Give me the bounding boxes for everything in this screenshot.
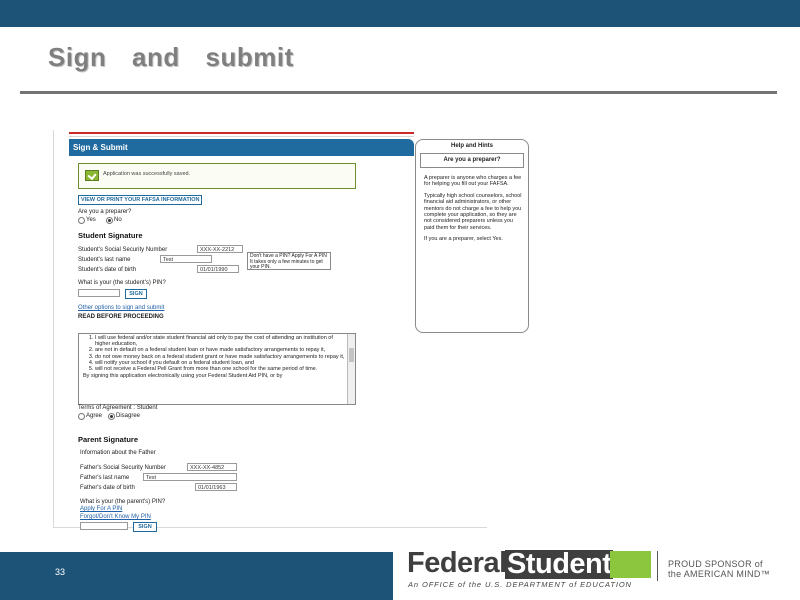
help-title: Help and Hints <box>450 143 493 149</box>
read-before-heading: READ BEFORE PROCEEDING <box>78 314 164 320</box>
agreement-scrollbox[interactable]: I will use federal and/or state student … <box>78 333 356 405</box>
scrollbar[interactable] <box>347 334 355 404</box>
fafsa-screenshot: Sign & Submit Application was successful… <box>53 130 529 532</box>
father-info-label: Information about the Father <box>80 450 156 456</box>
logo-federal-text: Federal <box>407 547 507 579</box>
forgot-pin-link[interactable]: Forgot/Don't Know My PIN <box>80 514 151 520</box>
sign-submit-form: Sign & Submit Application was successful… <box>69 139 414 532</box>
preparer-no-label: No <box>114 217 122 223</box>
form-header: Sign & Submit <box>69 139 414 156</box>
student-signature-heading: Student Signature <box>78 231 143 240</box>
help-paragraph: Typically high school counselors, school… <box>424 192 522 231</box>
help-paragraph: A preparer is anyone who charges a fee f… <box>424 175 522 188</box>
proud-line-1: PROUD SPONSOR of <box>668 559 763 569</box>
father-dob-field[interactable]: 01/01/1963 <box>195 483 237 491</box>
preparer-no-radio[interactable] <box>106 217 113 224</box>
help-paragraph: If you are a preparer, select Yes. <box>424 236 503 243</box>
success-message-box: Application was successfully saved. <box>78 163 356 189</box>
top-accent-line-2 <box>69 136 414 137</box>
logo-subtitle: An OFFICE of the U.S. DEPARTMENT of EDUC… <box>408 580 632 589</box>
agreement-item: are not in default on a federal student … <box>95 347 345 353</box>
ssn-label: Student's Social Security Number <box>78 247 168 253</box>
student-pin-field[interactable] <box>78 289 120 297</box>
logo-divider <box>657 551 658 581</box>
title-divider <box>20 91 777 94</box>
proud-sponsor-text: PROUD SPONSOR of the AMERICAN MIND™ <box>668 559 770 579</box>
preparer-yes-label: Yes <box>86 217 96 223</box>
preparer-question: Are you a preparer? <box>78 209 132 215</box>
page-number: 33 <box>55 567 66 577</box>
parent-pin-question: What is your (the parent's) PIN? <box>80 499 166 505</box>
top-accent-line <box>69 132 414 134</box>
success-message: Application was successfully saved. <box>103 171 191 177</box>
top-banner <box>0 0 800 27</box>
logo-student-text: Student <box>505 548 614 580</box>
student-sign-button[interactable]: SIGN <box>125 289 147 299</box>
other-options-link[interactable]: Other options to sign and submit <box>78 305 164 311</box>
father-last-name-field[interactable]: Test <box>143 473 237 481</box>
pin-question: What is your (the student's) PIN? <box>78 280 166 286</box>
last-name-field[interactable]: Test <box>160 255 212 263</box>
dob-label: Student's date of birth <box>78 267 137 273</box>
last-name-label: Student's last name <box>78 257 131 263</box>
view-print-fafsa-button[interactable]: VIEW OR PRINT YOUR FAFSA INFORMATION <box>78 195 203 205</box>
pin-help-note: Don't have a PIN? Apply For A PIN It tak… <box>247 252 331 270</box>
apply-pin-link[interactable]: Apply For A PIN <box>80 506 122 512</box>
help-hints-panel: Help and Hints Are you a preparer? A pre… <box>415 139 529 333</box>
checkmark-icon <box>85 170 99 181</box>
disagree-radio[interactable] <box>108 413 115 420</box>
dob-field[interactable]: 01/01/1990 <box>197 265 239 273</box>
father-ssn-label: Father's Social Security Number <box>80 465 166 471</box>
agree-radio[interactable] <box>78 413 85 420</box>
help-subtitle: Are you a preparer? <box>420 153 524 168</box>
parent-sign-button[interactable]: SIGN <box>133 522 157 532</box>
parent-signature-heading: Parent Signature <box>78 435 139 444</box>
parent-pin-field[interactable] <box>80 522 128 530</box>
father-last-name-label: Father's last name <box>80 475 130 481</box>
agreement-item: I will use federal and/or state student … <box>95 335 345 347</box>
agreement-item: will not receive a Federal Pell Grant fr… <box>95 366 345 372</box>
terms-label: Terms of Agreement : Student <box>78 405 158 411</box>
proud-line-2: the AMERICAN MIND™ <box>668 569 770 579</box>
help-body: A preparer is anyone who charges a fee f… <box>424 175 522 248</box>
slide-title: Sign and submit <box>48 42 294 72</box>
disagree-label: Disagree <box>116 413 141 419</box>
preparer-yes-radio[interactable] <box>78 217 85 224</box>
father-ssn-field[interactable]: XXX-XX-4852 <box>187 463 237 471</box>
agree-label: Agree <box>86 413 103 419</box>
scrollbar-thumb[interactable] <box>349 348 354 362</box>
agreement-item: do not owe money back on a federal stude… <box>95 354 345 360</box>
logo-green-square <box>610 551 651 578</box>
agreement-footer: By signing this application electronical… <box>83 373 283 380</box>
father-dob-label: Father's date of birth <box>80 485 135 491</box>
ssn-field[interactable]: XXX-XX-2212 <box>197 245 243 253</box>
